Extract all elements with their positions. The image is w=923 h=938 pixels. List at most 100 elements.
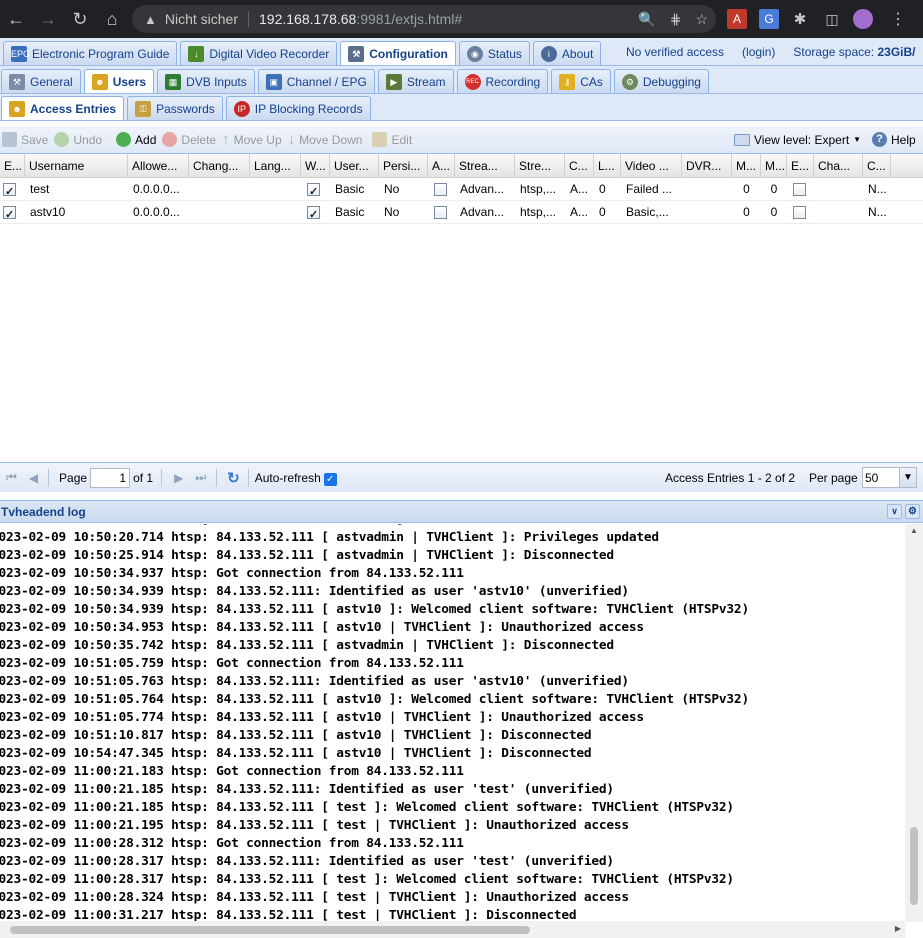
e-checkbox[interactable]: [793, 182, 806, 196]
column-header[interactable]: L...: [594, 154, 621, 177]
star-icon[interactable]: ☆: [695, 11, 708, 28]
e-cell[interactable]: [787, 178, 814, 201]
c2-cell[interactable]: N...: [863, 178, 891, 201]
help-button[interactable]: ? Help: [872, 132, 916, 147]
forward-icon[interactable]: →: [32, 0, 64, 38]
edit-button[interactable]: Edit: [372, 132, 412, 147]
allowed-cell[interactable]: 0.0.0.0...: [128, 201, 189, 224]
warning-icon[interactable]: ▲: [144, 12, 157, 27]
view-level-dropdown[interactable]: View level: Expert ▼: [734, 133, 861, 147]
column-header[interactable]: E...: [787, 154, 814, 177]
column-header[interactable]: M...: [761, 154, 787, 177]
reload-icon[interactable]: ↻: [64, 0, 96, 38]
tab-ip-blocking[interactable]: IP IP Blocking Records: [225, 96, 371, 120]
last-page-icon[interactable]: ⏭: [195, 470, 206, 485]
column-header[interactable]: C...: [565, 154, 594, 177]
column-header[interactable]: Username: [25, 154, 128, 177]
tab-epg[interactable]: EPG Electronic Program Guide: [3, 41, 178, 65]
enabled-cell[interactable]: [0, 178, 25, 201]
e-cell[interactable]: [787, 201, 814, 224]
url-text[interactable]: 192.168.178.68:9981/extjs.html#: [259, 11, 462, 27]
web-cell[interactable]: [301, 201, 330, 224]
column-header[interactable]: Cha...: [814, 154, 863, 177]
tab-dvr[interactable]: ↓ Digital Video Recorder: [180, 41, 338, 65]
vertical-scrollbar[interactable]: ▲: [905, 524, 923, 922]
next-page-icon[interactable]: ▶: [174, 471, 183, 485]
enabled-checkbox[interactable]: [3, 181, 16, 201]
l-cell[interactable]: 0: [594, 178, 621, 201]
log-content[interactable]: [ ]: 2023-02-09 10:50:20.714 htsp: 84.13…: [0, 524, 905, 922]
column-header[interactable]: Video ...: [621, 154, 682, 177]
e-checkbox[interactable]: [793, 205, 806, 219]
tab-recording[interactable]: REC Recording: [456, 69, 549, 93]
streaming-cell[interactable]: Advan...: [455, 178, 515, 201]
move-up-button[interactable]: ↑ Move Up: [222, 131, 282, 148]
column-header[interactable]: DVR...: [682, 154, 732, 177]
tab-channel-epg[interactable]: ▣ Channel / EPG: [257, 69, 375, 93]
tab-about[interactable]: i About: [532, 41, 602, 65]
refresh-icon[interactable]: ↻: [227, 469, 240, 487]
zoom-icon[interactable]: 🔍: [638, 11, 655, 28]
column-header[interactable]: W...: [301, 154, 330, 177]
home-icon[interactable]: ⌂: [96, 0, 128, 38]
extensions-icon[interactable]: ✱: [790, 9, 810, 29]
column-header[interactable]: A...: [428, 154, 455, 177]
per-page-select[interactable]: 50 ▼: [862, 467, 917, 488]
back-icon[interactable]: ←: [0, 0, 32, 38]
stream-profile-cell[interactable]: htsp,...: [515, 178, 565, 201]
stream-profile-cell[interactable]: htsp,...: [515, 201, 565, 224]
gear-icon[interactable]: ⚙: [905, 504, 920, 519]
undo-button[interactable]: Undo: [54, 132, 102, 147]
admin-checkbox[interactable]: [434, 205, 447, 219]
ui-cell[interactable]: Basic: [330, 178, 379, 201]
page-input[interactable]: 1: [90, 467, 131, 488]
scroll-thumb[interactable]: [910, 827, 918, 905]
table-row[interactable]: astv10 0.0.0.0... Basic No Advan... htsp…: [0, 201, 923, 224]
table-row[interactable]: test 0.0.0.0... Basic No Advan... htsp,.…: [0, 178, 923, 201]
username-cell[interactable]: test: [25, 178, 128, 201]
web-checkbox[interactable]: [307, 204, 320, 224]
web-checkbox[interactable]: [307, 181, 320, 201]
m2-cell[interactable]: 0: [761, 178, 787, 201]
m1-cell[interactable]: 0: [732, 178, 761, 201]
translate-extension-icon[interactable]: G: [759, 9, 779, 29]
c-cell[interactable]: A...: [565, 178, 594, 201]
username-cell[interactable]: astv10: [25, 201, 128, 224]
first-page-icon[interactable]: ⏮: [6, 470, 17, 485]
admin-cell[interactable]: [428, 178, 455, 201]
m1-cell[interactable]: 0: [732, 201, 761, 224]
c-cell[interactable]: A...: [565, 201, 594, 224]
allowed-cell[interactable]: 0.0.0.0...: [128, 178, 189, 201]
column-header[interactable]: User...: [330, 154, 379, 177]
horizontal-scrollbar[interactable]: ▶: [0, 921, 905, 938]
streaming-cell[interactable]: Advan...: [455, 201, 515, 224]
add-button[interactable]: Add: [116, 132, 156, 147]
delete-button[interactable]: Delete: [162, 132, 216, 147]
login-link[interactable]: (login): [742, 45, 775, 59]
tab-configuration[interactable]: ⚒ Configuration: [340, 41, 456, 65]
scroll-up-icon[interactable]: ▲: [910, 526, 918, 535]
security-label[interactable]: Nicht sicher: [165, 11, 238, 27]
column-header[interactable]: Strea...: [455, 154, 515, 177]
enabled-checkbox[interactable]: [3, 204, 16, 224]
web-cell[interactable]: [301, 178, 330, 201]
tab-debugging[interactable]: ⚙ Debugging: [613, 69, 709, 93]
c2-cell[interactable]: N...: [863, 201, 891, 224]
persist-cell[interactable]: No: [379, 201, 428, 224]
address-bar[interactable]: ▲ Nicht sicher 192.168.178.68:9981/extjs…: [132, 5, 716, 33]
video-cell[interactable]: Basic,...: [621, 201, 682, 224]
tab-general[interactable]: ⚒ General: [1, 69, 81, 93]
tab-status[interactable]: ◉ Status: [458, 41, 530, 65]
prev-page-icon[interactable]: ◀: [29, 471, 38, 485]
share-icon[interactable]: ⋕: [670, 11, 682, 28]
m2-cell[interactable]: 0: [761, 201, 787, 224]
avatar[interactable]: [853, 9, 873, 29]
l-cell[interactable]: 0: [594, 201, 621, 224]
pdf-extension-icon[interactable]: A: [727, 9, 747, 29]
scroll-right-icon[interactable]: ▶: [895, 924, 901, 933]
admin-checkbox[interactable]: [434, 182, 447, 196]
menu-icon[interactable]: ⋮: [888, 9, 908, 29]
ui-cell[interactable]: Basic: [330, 201, 379, 224]
move-down-button[interactable]: ↓ Move Down: [288, 131, 363, 148]
column-header[interactable]: Lang...: [250, 154, 301, 177]
